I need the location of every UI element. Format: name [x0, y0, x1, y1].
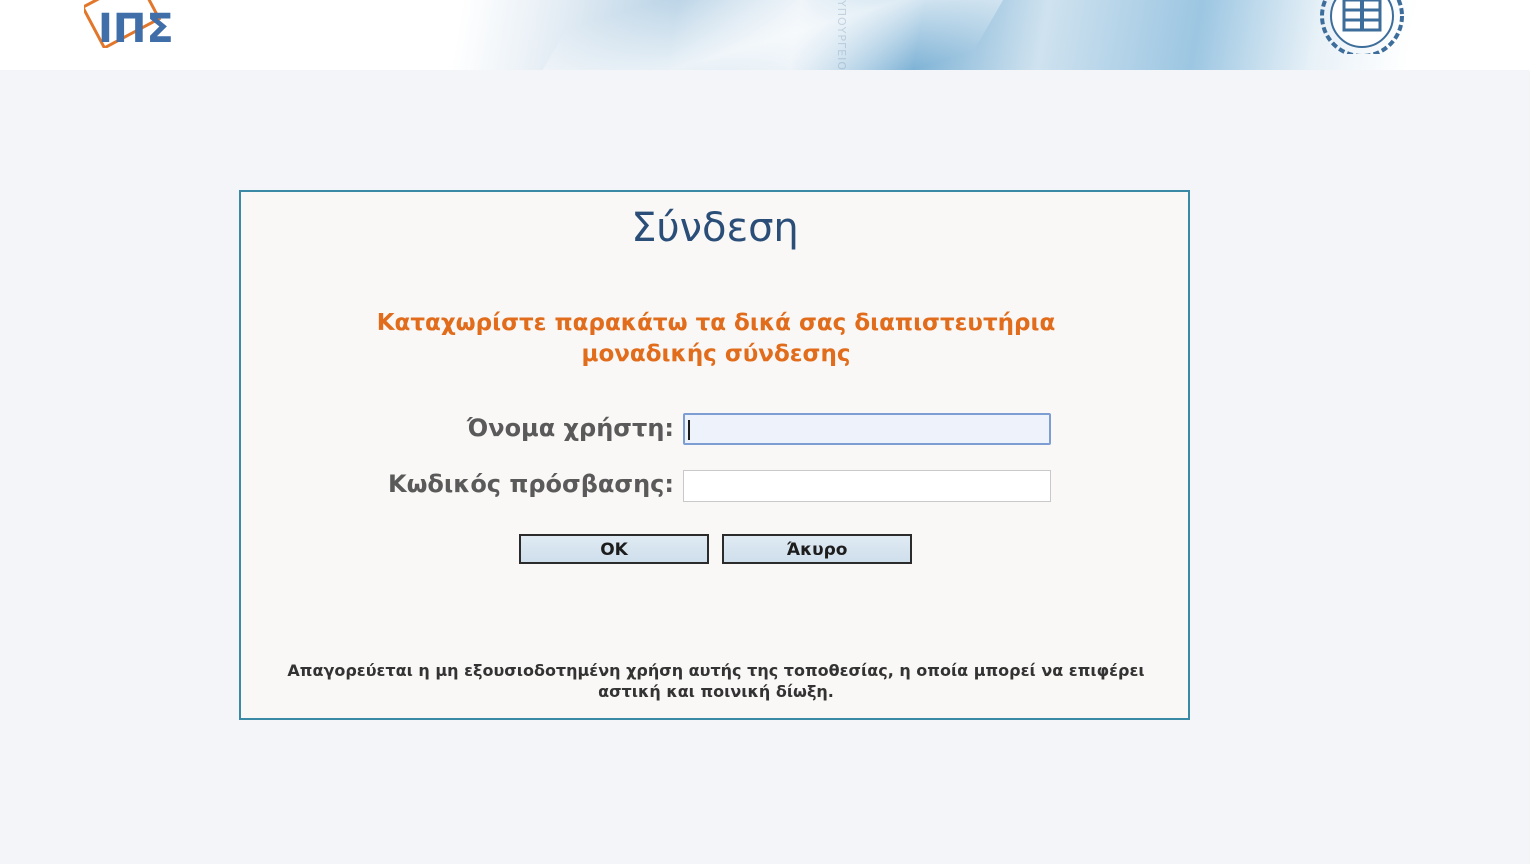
- page: ΥΠΟΥΡΓΕΙΟ ΙΠΣ Σύνδεση Καταχωρίστε παρακά…: [0, 0, 1536, 864]
- password-input[interactable]: [683, 470, 1051, 502]
- ok-button[interactable]: OK: [519, 534, 709, 564]
- login-panel: [239, 190, 1190, 720]
- username-label: Όνομα χρήστη:: [466, 414, 674, 442]
- greek-emblem-icon: [1320, 0, 1404, 54]
- password-label: Κωδικός πρόσβασης:: [387, 470, 674, 498]
- username-input[interactable]: [683, 413, 1051, 445]
- header-sheen: [519, 0, 1021, 70]
- header-watermark-text: ΥΠΟΥΡΓΕΙΟ: [835, 0, 848, 70]
- login-title: Σύνδεση: [631, 205, 799, 251]
- window-edge: [1530, 0, 1536, 864]
- login-instructions: Καταχωρίστε παρακάτω τα δικά σας διαπιστ…: [376, 310, 1056, 367]
- legal-disclaimer: Απαγορεύεται η μη εξουσιοδοτημένη χρήση …: [287, 661, 1145, 701]
- cancel-button[interactable]: Άκυρο: [722, 534, 912, 564]
- header-banner: ΥΠΟΥΡΓΕΙΟ ΙΠΣ: [0, 0, 1530, 70]
- text-caret: [688, 420, 690, 440]
- logo-text: ΙΠΣ: [98, 6, 174, 48]
- ips-logo-icon: ΙΠΣ: [84, 0, 174, 48]
